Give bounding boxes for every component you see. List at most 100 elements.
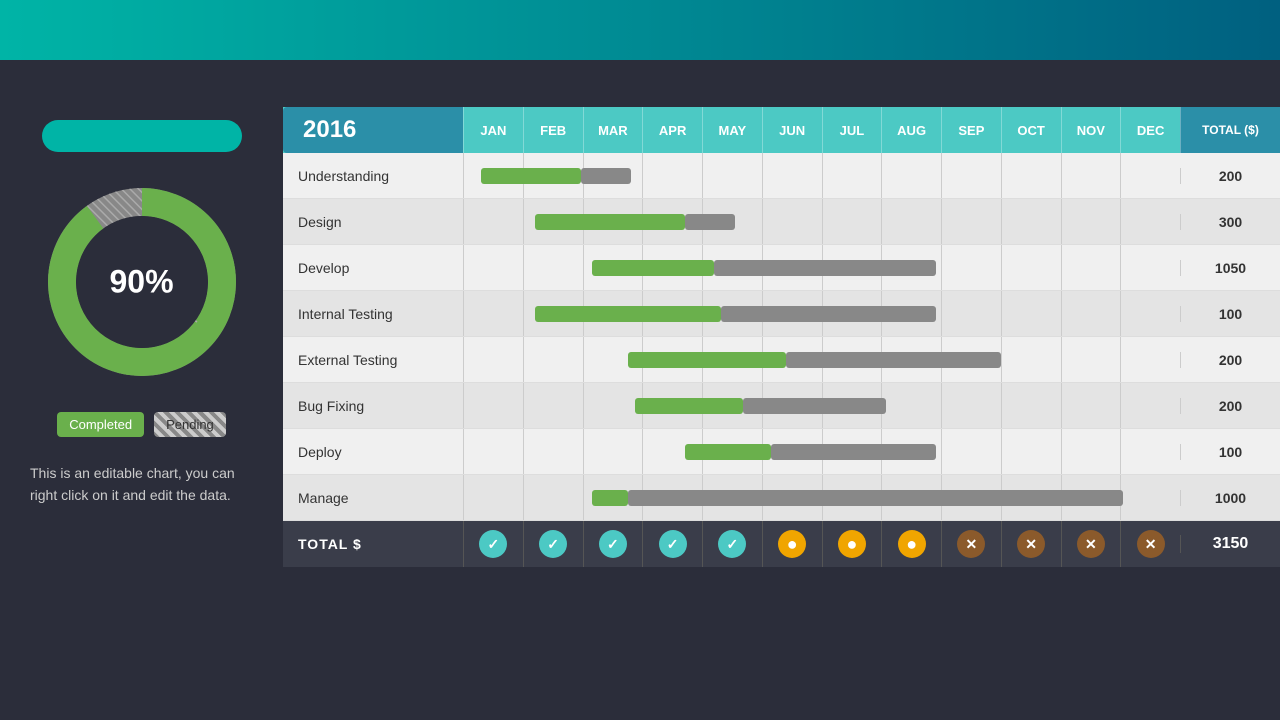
row-total: 1000 (1180, 490, 1280, 506)
status-icon-check: ✓ (479, 530, 507, 558)
donut-percentage: 90% (109, 264, 173, 301)
total-header: TOTAL ($) (1180, 107, 1280, 153)
total-row: TOTAL $ ✓✓✓✓✓●●●✕✕✕✕ 3150 (283, 521, 1280, 567)
legend: Completed Pending (57, 412, 226, 437)
row-total: 1050 (1180, 260, 1280, 276)
gantt-row: External Testing 200 (283, 337, 1280, 383)
row-total: 200 (1180, 168, 1280, 184)
row-bars (463, 291, 1180, 336)
status-cell-feb: ✓ (523, 521, 583, 567)
bar-pending (721, 306, 936, 322)
month-col (1061, 199, 1121, 244)
month-header-jun: JUN (762, 107, 822, 153)
row-bars (463, 245, 1180, 290)
status-cell-oct: ✕ (1001, 521, 1061, 567)
month-col (523, 337, 583, 382)
month-header-aug: AUG (881, 107, 941, 153)
status-icon-x: ✕ (957, 530, 985, 558)
month-col (822, 153, 882, 198)
month-col (523, 429, 583, 474)
month-header-jul: JUL (822, 107, 882, 153)
month-col (523, 383, 583, 428)
month-col (642, 153, 702, 198)
month-col (583, 429, 643, 474)
month-col (1061, 245, 1121, 290)
month-col (941, 291, 1001, 336)
month-col (523, 245, 583, 290)
top-bar (0, 0, 1280, 60)
month-col (463, 429, 523, 474)
month-col (1120, 337, 1180, 382)
month-col (1001, 429, 1061, 474)
status-cell-jun: ● (762, 521, 822, 567)
month-col (1061, 153, 1121, 198)
row-total: 100 (1180, 444, 1280, 460)
month-col (1120, 429, 1180, 474)
gantt-header: 2016 JANFEBMARAPRMAYJUNJULAUGSEPOCTNOVDE… (283, 107, 1280, 153)
month-col (941, 199, 1001, 244)
month-col (1120, 291, 1180, 336)
row-label-internal-testing: Internal Testing (283, 306, 463, 322)
month-col (463, 337, 523, 382)
month-col (1120, 475, 1180, 520)
status-cell-nov: ✕ (1061, 521, 1121, 567)
month-col (822, 199, 882, 244)
row-total: 300 (1180, 214, 1280, 230)
row-label-develop: Develop (283, 260, 463, 276)
gantt-row: Develop 1050 (283, 245, 1280, 291)
month-header-oct: OCT (1001, 107, 1061, 153)
gantt-row: Manage1000 (283, 475, 1280, 521)
status-cell-apr: ✓ (642, 521, 702, 567)
bar-pending (786, 352, 1001, 368)
status-icon-check: ✓ (539, 530, 567, 558)
month-header-apr: APR (642, 107, 702, 153)
donut-chart: 90% (42, 182, 242, 382)
month-col (463, 291, 523, 336)
month-header-sep: SEP (941, 107, 1001, 153)
gantt-row: Internal Testing100 (283, 291, 1280, 337)
bar-pending (628, 490, 1123, 506)
row-label-bug-fixing: Bug Fixing (283, 398, 463, 414)
status-cell-jan: ✓ (463, 521, 523, 567)
bar-completed (592, 260, 714, 276)
month-col (463, 199, 523, 244)
bar-pending (771, 444, 936, 460)
status-cell-jul: ● (822, 521, 882, 567)
row-bars (463, 429, 1180, 474)
status-cell-mar: ✓ (583, 521, 643, 567)
month-col (1061, 291, 1121, 336)
month-header-nov: NOV (1061, 107, 1121, 153)
total-row-label: TOTAL $ (283, 536, 463, 552)
row-bars (463, 475, 1180, 520)
month-col (1120, 199, 1180, 244)
month-header-mar: MAR (583, 107, 643, 153)
month-col (762, 153, 822, 198)
legend-pending: Pending (154, 412, 226, 437)
month-col (1001, 245, 1061, 290)
month-col (463, 383, 523, 428)
bar-pending (743, 398, 886, 414)
gantt-body: Understanding200Design300Develop1050Inte… (283, 153, 1280, 521)
row-label-external-testing: External Testing (283, 352, 463, 368)
left-panel: 90% Completed Pending This is an editabl… (0, 60, 283, 720)
status-icon-x: ✕ (1077, 530, 1105, 558)
row-bars (463, 337, 1180, 382)
search-bar[interactable] (42, 120, 242, 152)
bar-completed (535, 306, 721, 322)
month-col (583, 383, 643, 428)
row-total: 200 (1180, 352, 1280, 368)
bar-completed (635, 398, 743, 414)
bar-pending (685, 214, 735, 230)
month-header-jan: JAN (463, 107, 523, 153)
month-col (1001, 199, 1061, 244)
bar-completed (535, 214, 686, 230)
row-bars (463, 153, 1180, 198)
month-col (1001, 291, 1061, 336)
month-col (881, 199, 941, 244)
month-col (1001, 383, 1061, 428)
month-col (702, 153, 762, 198)
month-col (941, 245, 1001, 290)
gantt-row: Deploy100 (283, 429, 1280, 475)
status-icon-x: ✕ (1017, 530, 1045, 558)
month-header-dec: DEC (1120, 107, 1180, 153)
